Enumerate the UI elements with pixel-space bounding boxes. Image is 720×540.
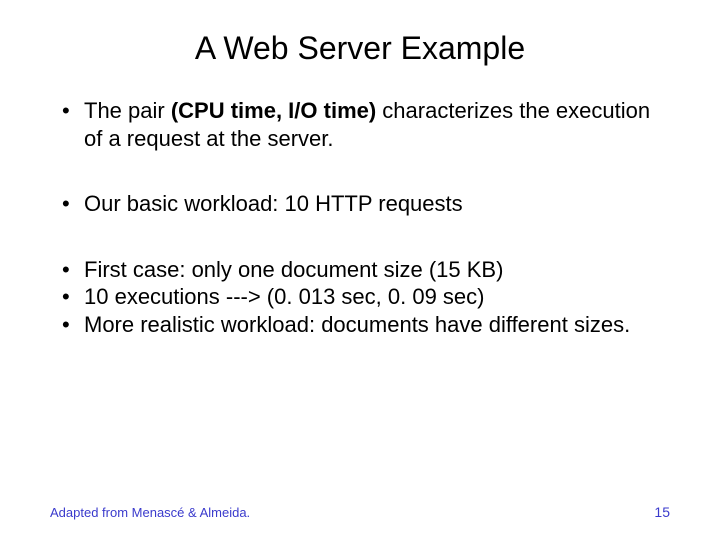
page-number: 15 [654, 504, 670, 520]
bullet-text: More realistic workload: documents have … [84, 312, 630, 337]
spacer [50, 218, 670, 256]
bullet-text: 10 executions ---> (0. 013 sec, 0. 09 se… [84, 284, 484, 309]
bullet-list: First case: only one document size (15 K… [50, 256, 670, 339]
bullet-text: Our basic workload: 10 HTTP requests [84, 191, 463, 216]
slide-title: A Web Server Example [50, 30, 670, 67]
bullet-text: The pair [84, 98, 171, 123]
footer-attribution: Adapted from Menascé & Almeida. [50, 505, 250, 520]
bullet-item: More realistic workload: documents have … [60, 311, 670, 339]
slide: A Web Server Example The pair (CPU time,… [0, 0, 720, 540]
footer: Adapted from Menascé & Almeida. 15 [50, 504, 670, 520]
bullet-list: Our basic workload: 10 HTTP requests [50, 190, 670, 218]
bullet-item: Our basic workload: 10 HTTP requests [60, 190, 670, 218]
bullet-item: 10 executions ---> (0. 013 sec, 0. 09 se… [60, 283, 670, 311]
bullet-text-bold: (CPU time, I/O time) [171, 98, 376, 123]
spacer [50, 152, 670, 190]
bullet-list: The pair (CPU time, I/O time) characteri… [50, 97, 670, 152]
bullet-text: First case: only one document size (15 K… [84, 257, 503, 282]
bullet-item: The pair (CPU time, I/O time) characteri… [60, 97, 670, 152]
bullet-item: First case: only one document size (15 K… [60, 256, 670, 284]
